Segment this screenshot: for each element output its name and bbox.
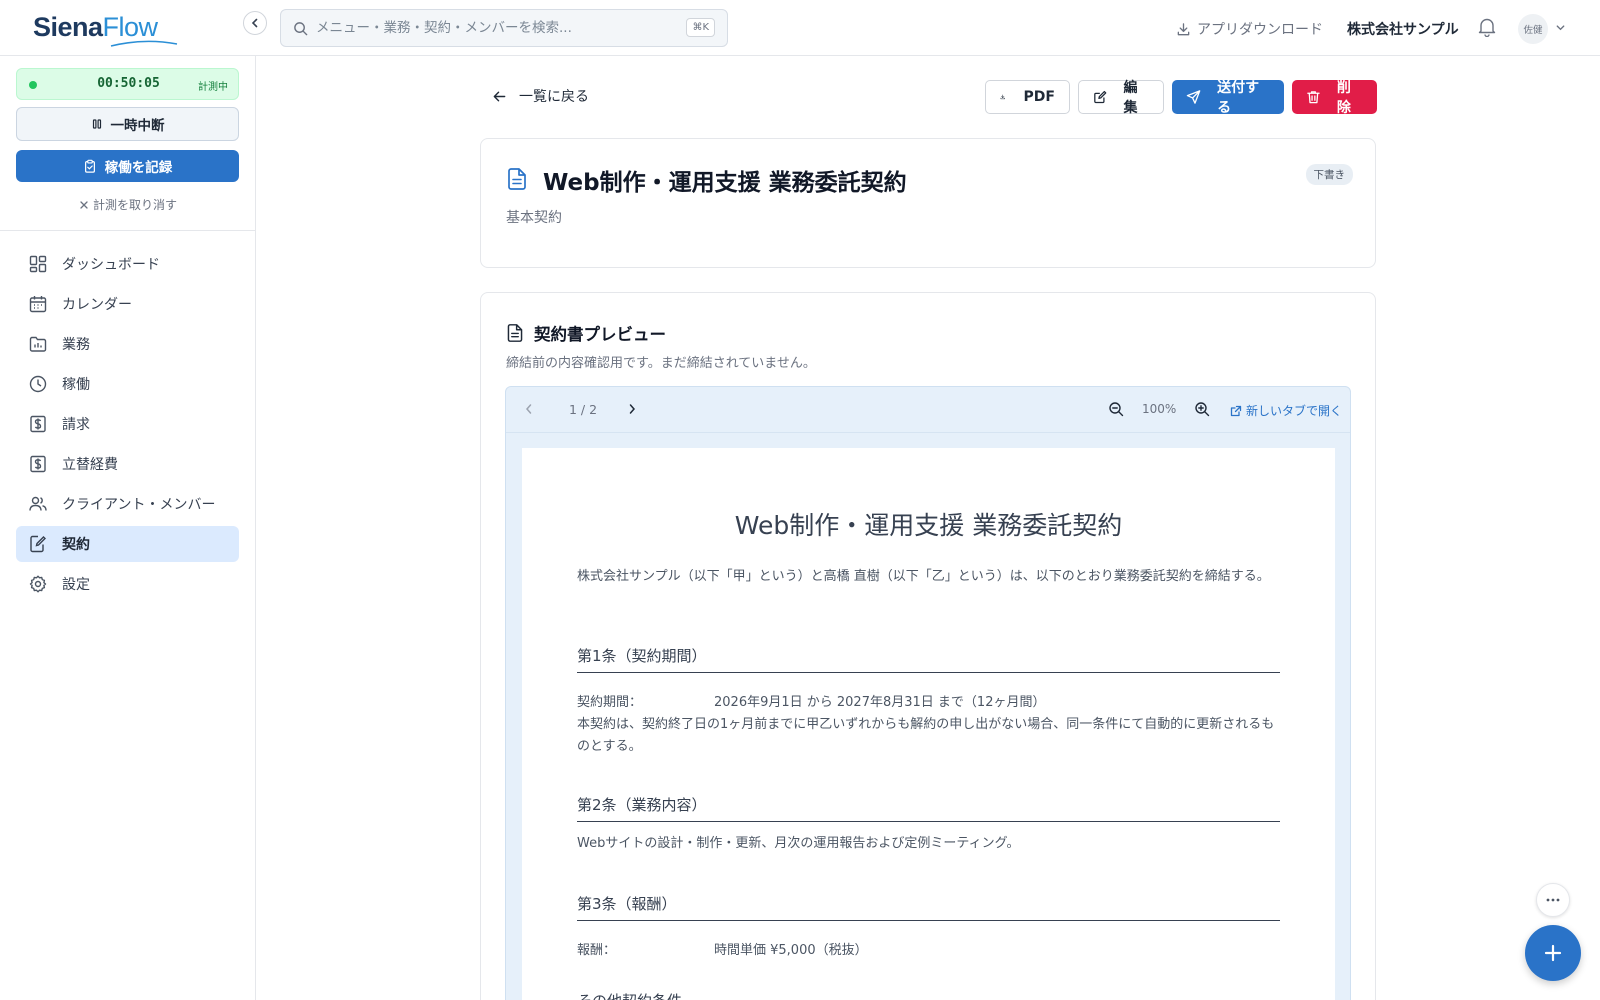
open-in-new-tab-link[interactable]: 新しいタブで開く (1230, 402, 1342, 419)
dashboard-icon (29, 255, 47, 273)
plus-icon (1544, 944, 1562, 962)
article-field: 契約期間： 2026年9月1日 から 2027年8月31日 まで（12ヶ月間） (577, 695, 1046, 710)
contract-type: 基本契約 (506, 210, 562, 226)
more-horizontal-icon (1546, 898, 1560, 902)
edit-icon (1094, 90, 1107, 104)
pdf-viewer: 1 / 2 100% 新しいタブで開く Web制作・運用支援 業務委託契約 株式… (505, 386, 1351, 1000)
clipboard-check-icon (84, 159, 95, 173)
search-input[interactable] (316, 20, 676, 36)
preview-description: 締結前の内容確認用です。まだ締結されていません。 (506, 356, 816, 371)
edit-button[interactable]: 編集 (1078, 80, 1164, 116)
search-icon (294, 21, 308, 35)
zoom-in-icon[interactable] (1194, 401, 1210, 417)
article-heading: 第2条（業務内容） (577, 794, 1280, 822)
sidebar-item-contracts[interactable]: 契約 (16, 526, 239, 562)
chevron-down-icon[interactable] (1555, 22, 1566, 33)
sidebar-item-clients-members[interactable]: クライアント・メンバー (16, 486, 239, 522)
app-logo[interactable]: SienaFlow (33, 12, 158, 43)
article-heading: 第1条（契約期間） (577, 645, 1280, 673)
delete-button[interactable]: 削除 (1292, 80, 1377, 116)
top-bar: SienaFlow ⌘K アプリダウンロード 株式会社サンプル 佐健 (0, 0, 1600, 56)
folder-icon (29, 336, 47, 352)
users-icon (29, 496, 47, 511)
sidebar-nav: ダッシュボード カレンダー 業務 稼働 請求 立替経費 クライアント・メンバー (16, 246, 239, 606)
pdf-download-button[interactable]: PDF (985, 80, 1070, 114)
document-icon (507, 324, 523, 342)
close-icon (80, 200, 88, 209)
document-title: Web制作・運用支援 業務委託契約 (734, 511, 1123, 540)
more-actions-button[interactable] (1536, 883, 1570, 917)
bell-icon[interactable] (1478, 17, 1496, 37)
document-intro: 株式会社サンプル（以下「甲」という）と高橋 直樹（以下「乙」という）は、以下のと… (577, 569, 1270, 584)
preview-heading: 契約書プレビュー (534, 325, 666, 344)
trash-icon (1307, 91, 1320, 104)
external-link-icon (1230, 405, 1242, 416)
download-icon (1177, 22, 1190, 35)
work-timer: 00:50:05 計測中 (16, 68, 239, 100)
page-indicator: 1 / 2 (569, 402, 598, 417)
chevron-left-icon (251, 18, 258, 28)
sidebar-item-settings[interactable]: 設定 (16, 566, 239, 602)
logo-swoosh (110, 40, 178, 47)
article-body: Webサイトの設計・制作・更新、月次の運用報告および定例ミーティング。 (577, 836, 1020, 851)
search-shortcut-hint: ⌘K (686, 18, 715, 37)
company-name[interactable]: 株式会社サンプル (1347, 19, 1459, 39)
document-icon (508, 168, 526, 190)
contract-icon (30, 535, 46, 553)
sidebar-item-work[interactable]: 稼働 (16, 366, 239, 402)
article-body: 本契約は、契約終了日の1ヶ月前までに甲乙いずれからも解約の申し出がない場合、同一… (577, 717, 1275, 754)
pdf-page: Web制作・運用支援 業務委託契約 株式会社サンプル（以下「甲」という）と高橋 … (522, 448, 1335, 1000)
gear-icon (29, 575, 47, 593)
pause-icon (92, 119, 101, 129)
status-badge: 下書き (1305, 164, 1353, 185)
clock-icon (29, 375, 47, 393)
receipt-icon (30, 455, 46, 473)
dollar-icon (30, 415, 46, 433)
sidebar-divider (0, 230, 255, 231)
record-work-button[interactable]: 稼働を記録 (16, 150, 239, 182)
contract-preview-card: 契約書プレビュー 締結前の内容確認用です。まだ締結されていません。 1 / 2 … (480, 292, 1376, 1000)
cancel-timer-link[interactable]: 計測を取り消す (0, 196, 256, 213)
pause-button[interactable]: 一時中断 (16, 107, 239, 141)
add-button[interactable] (1525, 925, 1581, 981)
sidebar-item-calendar[interactable]: カレンダー (16, 286, 239, 322)
sidebar-item-expenses[interactable]: 立替経費 (16, 446, 239, 482)
app-download-link[interactable]: アプリダウンロード (1176, 19, 1323, 39)
calendar-icon (29, 296, 47, 313)
contract-header-card: Web制作・運用支援 業務委託契約 基本契約 下書き (480, 138, 1376, 268)
sidebar-collapse-button[interactable] (243, 11, 267, 35)
chevron-right-icon[interactable] (625, 402, 639, 416)
article-heading: その他契約条件 (577, 990, 1280, 1000)
download-icon (1000, 94, 1005, 100)
contract-title: Web制作・運用支援 業務委託契約 (543, 170, 907, 196)
send-icon (1186, 90, 1201, 104)
sidebar: 00:50:05 計測中 一時中断 稼働を記録 計測を取り消す ダッシュボード … (0, 56, 256, 1000)
global-search[interactable]: ⌘K (280, 9, 728, 47)
article-heading: 第3条（報酬） (577, 893, 1280, 921)
zoom-level: 100% (1142, 402, 1177, 416)
sidebar-item-billing[interactable]: 請求 (16, 406, 239, 442)
pdf-viewer-toolbar: 1 / 2 100% 新しいタブで開く (506, 387, 1350, 433)
sidebar-item-dashboard[interactable]: ダッシュボード (16, 246, 239, 282)
chevron-left-icon[interactable] (522, 402, 536, 416)
zoom-out-icon[interactable] (1108, 401, 1124, 417)
send-button[interactable]: 送付する (1172, 80, 1284, 116)
article-field: 報酬： 時間単価 ¥5,000（税抜） (577, 943, 868, 958)
timer-status: 計測中 (198, 82, 228, 93)
arrow-left-icon (493, 91, 506, 101)
back-to-list-link[interactable]: 一覧に戻る (492, 86, 589, 106)
sidebar-item-tasks[interactable]: 業務 (16, 326, 239, 362)
avatar[interactable]: 佐健 (1518, 14, 1548, 44)
